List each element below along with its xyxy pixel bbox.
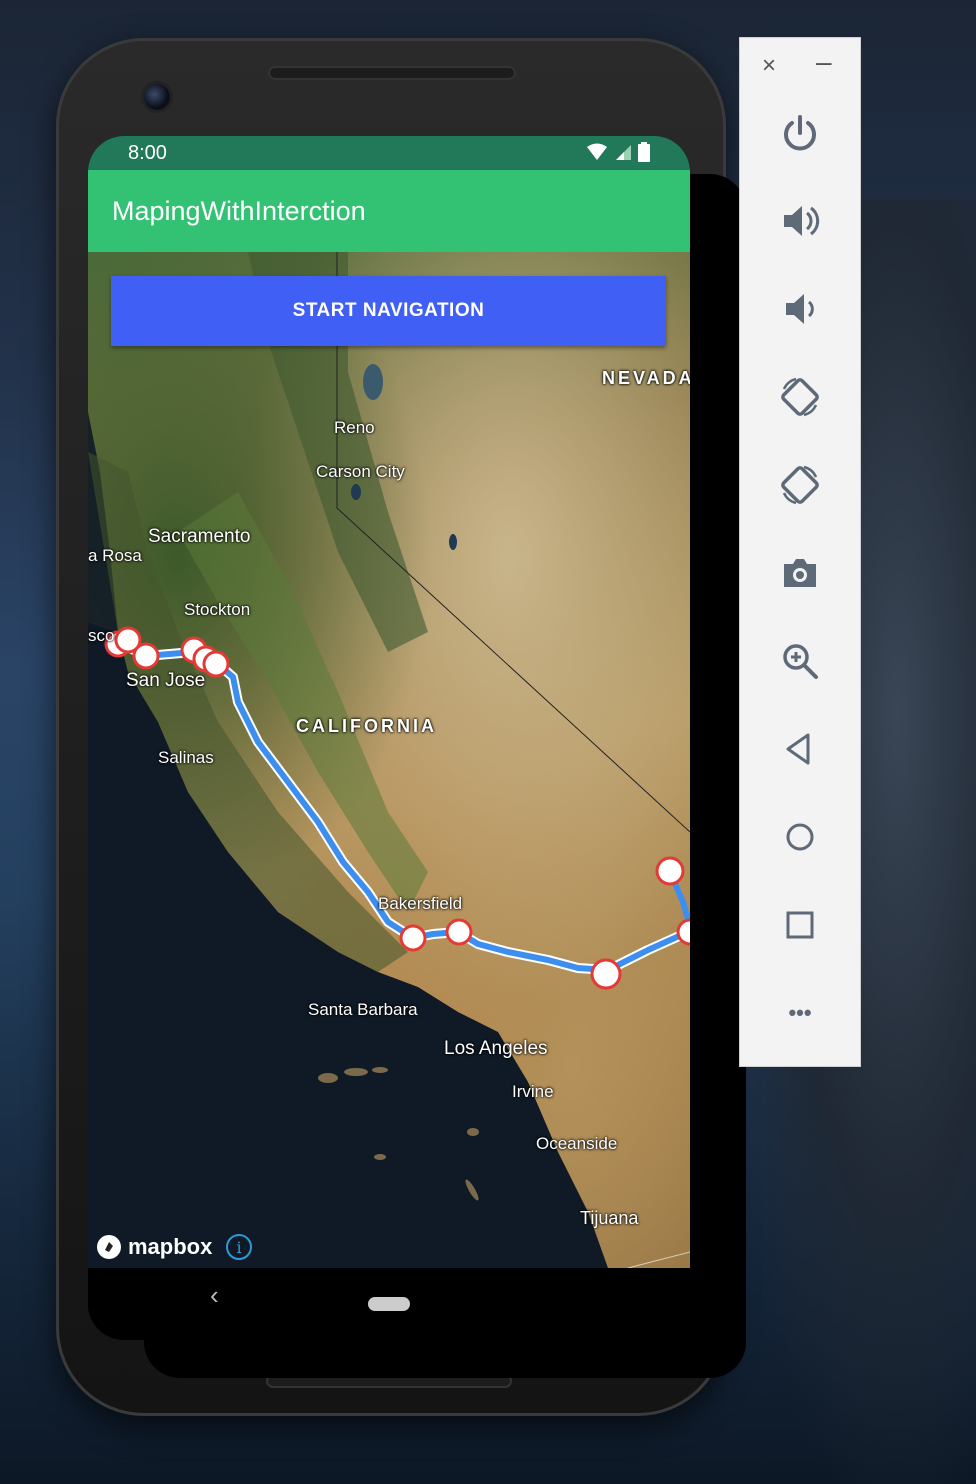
status-icons	[586, 142, 650, 162]
start-navigation-button[interactable]: START NAVIGATION	[111, 276, 666, 346]
back-icon	[786, 733, 810, 765]
map-label-carson-city: Carson City	[316, 462, 405, 481]
back-button[interactable]	[776, 725, 824, 773]
volume-down-icon	[786, 294, 814, 324]
map-label-stockton: Stockton	[184, 600, 251, 619]
emulator-side-panel: × – •••	[739, 37, 861, 1067]
zoom-button[interactable]	[776, 637, 824, 685]
minimize-icon[interactable]: –	[816, 46, 832, 78]
more-icon[interactable]: •••	[776, 989, 824, 1037]
map-label-reno: Reno	[334, 418, 375, 437]
route-marker[interactable]	[202, 650, 230, 678]
home-button[interactable]	[776, 813, 824, 861]
power-button[interactable]	[776, 109, 824, 157]
app-bar: MapingWithInterction	[88, 170, 690, 252]
nav-home-pill[interactable]	[368, 1297, 410, 1311]
mapbox-logo-text: mapbox	[128, 1234, 213, 1259]
camera-icon	[784, 559, 816, 587]
map-label-nevada: NEVADA	[602, 368, 690, 388]
route-marker[interactable]	[132, 642, 160, 670]
map-label-santa-barbara: Santa Barbara	[308, 1000, 418, 1019]
map-label-santa-rosa: a Rosa	[88, 546, 142, 565]
overview-icon	[786, 911, 814, 939]
rotate-left-button[interactable]	[776, 373, 824, 421]
route-marker[interactable]	[399, 924, 427, 952]
map-view[interactable]: START NAVIGATION NEVADA Reno Carson City…	[88, 252, 690, 1268]
volume-up-icon	[784, 206, 820, 236]
status-bar: 8:00	[88, 136, 690, 170]
map-label-sacramento: Sacramento	[148, 526, 251, 547]
panel-window-controls: × –	[740, 46, 860, 82]
map-label-los-angeles: Los Angeles	[444, 1038, 548, 1059]
route-marker[interactable]	[676, 918, 690, 946]
app-title: MapingWithInterction	[112, 196, 366, 226]
map-label-tijuana: Tijuana	[580, 1208, 639, 1228]
mapbox-logo-icon	[97, 1235, 121, 1259]
phone-screen-content: 8:00 MapingWithInterction START NAVIGATI…	[88, 136, 690, 1340]
status-time: 8:00	[128, 142, 167, 164]
attribution-info-icon[interactable]: i	[226, 1234, 252, 1260]
overview-button[interactable]	[776, 901, 824, 949]
map-label-salinas: Salinas	[158, 748, 214, 767]
power-icon	[784, 115, 816, 151]
rotate-right-button[interactable]	[776, 461, 824, 509]
map-label-san-francisco: sco	[88, 626, 115, 645]
zoom-icon	[783, 644, 818, 679]
system-nav-bar: ‹	[88, 1268, 690, 1340]
mapbox-logo: mapbox	[96, 1234, 212, 1260]
route-marker[interactable]	[445, 918, 473, 946]
rotate-left-icon	[781, 377, 819, 417]
volume-down-button[interactable]	[776, 285, 824, 333]
front-camera	[144, 84, 170, 110]
battery-icon	[638, 142, 650, 162]
nav-back-button[interactable]: ‹	[210, 1280, 219, 1311]
map-label-irvine: Irvine	[512, 1082, 554, 1101]
map-label-bakersfield: Bakersfield	[378, 894, 463, 913]
rotate-right-icon	[781, 465, 819, 505]
route-marker[interactable]	[655, 856, 685, 886]
screenshot-button[interactable]	[776, 549, 824, 597]
map-label-san-jose: San Jose	[126, 670, 206, 691]
volume-up-button[interactable]	[776, 197, 824, 245]
wifi-icon	[587, 143, 607, 160]
close-icon[interactable]: ×	[762, 52, 776, 80]
route-marker[interactable]	[590, 958, 622, 990]
top-speaker	[268, 66, 516, 80]
map-label-california: CALIFORNIA	[296, 716, 437, 736]
signal-icon	[616, 145, 631, 160]
map-label-oceanside: Oceanside	[536, 1134, 618, 1153]
home-icon	[786, 823, 814, 851]
